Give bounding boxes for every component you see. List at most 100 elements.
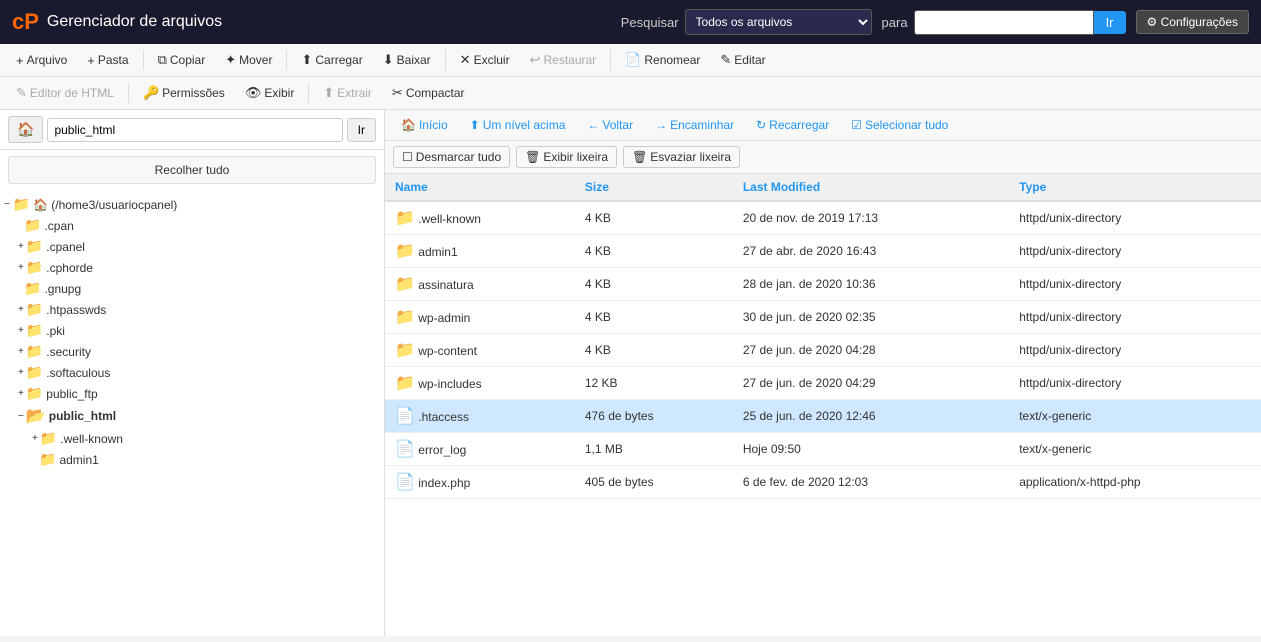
folder-admin1-icon: 📁 xyxy=(39,451,56,468)
file-size-cell: 4 KB xyxy=(575,301,733,334)
file-name: admin1 xyxy=(418,245,457,259)
tree-item-cpan[interactable]: 📁 .cpan xyxy=(0,215,384,236)
baixar-button[interactable]: ⬇ Baixar xyxy=(375,48,439,72)
extrair-button[interactable]: ⬆ Extrair xyxy=(315,81,380,105)
tree-item-htpasswds[interactable]: + 📁 .htpasswds xyxy=(0,299,384,320)
tree-item-public-html[interactable]: − 📂 public_html xyxy=(0,404,384,428)
col-size[interactable]: Size xyxy=(575,174,733,201)
file-modified-cell: 6 de fev. de 2020 12:03 xyxy=(733,466,1009,499)
file-type-cell: text/x-generic xyxy=(1009,400,1261,433)
content-nav1: 🏠 Início ⬆ Um nível acima ← Voltar → Enc… xyxy=(385,110,1261,141)
tree-item-well-known[interactable]: + 📁 .well-known xyxy=(0,428,384,449)
file-name-cell: 📄 .htaccess xyxy=(385,400,575,433)
sidebar-go-button[interactable]: Ir xyxy=(347,118,376,142)
table-row[interactable]: 📁 wp-includes 12 KB 27 de jun. de 2020 0… xyxy=(385,367,1261,400)
plus-wellknown-icon: + xyxy=(32,433,38,444)
copiar-button[interactable]: ⧉ Copiar xyxy=(150,48,214,72)
permissoes-button[interactable]: 🔑 Permissões xyxy=(135,81,233,105)
trash-view-icon: 🗑 xyxy=(525,150,540,164)
plus-icon: + xyxy=(16,53,24,68)
config-button[interactable]: ⚙ Configurações xyxy=(1136,10,1249,34)
sidebar-path-input[interactable] xyxy=(47,118,342,142)
plus-security-icon: + xyxy=(18,346,24,357)
arquivo-button[interactable]: + Arquivo xyxy=(8,49,75,72)
table-row[interactable]: 📁 assinatura 4 KB 28 de jan. de 2020 10:… xyxy=(385,268,1261,301)
table-row[interactable]: 📄 index.php 405 de bytes 6 de fev. de 20… xyxy=(385,466,1261,499)
tree-item-cphorde[interactable]: + 📁 .cphorde xyxy=(0,257,384,278)
up-icon: ⬆ xyxy=(470,118,480,132)
table-row[interactable]: 📁 .well-known 4 KB 20 de nov. de 2019 17… xyxy=(385,201,1261,235)
divider3 xyxy=(445,50,446,70)
recarregar-button[interactable]: ↻ Recarregar xyxy=(748,115,837,135)
col-type[interactable]: Type xyxy=(1009,174,1261,201)
tree-item-pki[interactable]: + 📁 .pki xyxy=(0,320,384,341)
restaurar-button[interactable]: ↩ Restaurar xyxy=(522,48,605,72)
table-row[interactable]: 📁 wp-admin 4 KB 30 de jun. de 2020 02:35… xyxy=(385,301,1261,334)
tree-item-cpanel[interactable]: + 📁 .cpanel xyxy=(0,236,384,257)
tree-item-gnupg[interactable]: 📁 .gnupg xyxy=(0,278,384,299)
edit-icon: ✎ xyxy=(720,52,731,68)
table-row[interactable]: 📁 wp-content 4 KB 27 de jun. de 2020 04:… xyxy=(385,334,1261,367)
file-table: Name Size Last Modified Type 📁 .well-kno… xyxy=(385,174,1261,499)
carregar-button[interactable]: ⬆ Carregar xyxy=(293,48,370,72)
folder-publichtml-icon: 📂 xyxy=(26,406,46,426)
tree-cphorde-label: .cphorde xyxy=(46,261,93,275)
search-scope-select[interactable]: Todos os arquivos Apenas nome do arquivo… xyxy=(685,9,872,35)
nivel-acima-button[interactable]: ⬆ Um nível acima xyxy=(462,115,574,135)
extract-icon: ⬆ xyxy=(323,85,334,101)
folder-icon: 📁 xyxy=(395,342,415,359)
mover-button[interactable]: ✦ Mover xyxy=(217,48,280,72)
file-modified-cell: 20 de nov. de 2019 17:13 xyxy=(733,201,1009,235)
renomear-button[interactable]: 📄 Renomear xyxy=(617,48,708,72)
plus-pki-icon: + xyxy=(18,325,24,336)
collapse-all-button[interactable]: Recolher tudo xyxy=(8,156,376,184)
file-size-cell: 4 KB xyxy=(575,235,733,268)
reload-icon: ↻ xyxy=(756,118,766,132)
pasta-button[interactable]: + Pasta xyxy=(79,49,136,72)
key-icon: 🔑 xyxy=(143,85,159,101)
file-modified-cell: 27 de jun. de 2020 04:28 xyxy=(733,334,1009,367)
col-name[interactable]: Name xyxy=(385,174,575,201)
upload-icon: ⬆ xyxy=(301,52,312,68)
tree-item-softaculous[interactable]: + 📁 .softaculous xyxy=(0,362,384,383)
folder-icon: 📁 xyxy=(395,375,415,392)
excluir-button[interactable]: ✕ Excluir xyxy=(452,48,518,72)
file-size-cell: 4 KB xyxy=(575,201,733,235)
folder-icon: 📁 xyxy=(24,217,41,234)
home-icon: 🏠 xyxy=(33,198,48,212)
tree-item-public-ftp[interactable]: + 📁 public_ftp xyxy=(0,383,384,404)
tree-cpan-label: .cpan xyxy=(44,219,73,233)
search-input[interactable] xyxy=(914,10,1094,35)
file-modified-cell: 25 de jun. de 2020 12:46 xyxy=(733,400,1009,433)
exibir-button[interactable]: 👁 Exibir xyxy=(237,81,303,105)
folder-wellknown-icon: 📁 xyxy=(40,430,57,447)
compactar-button[interactable]: ✂ Compactar xyxy=(384,81,473,105)
file-name: wp-includes xyxy=(418,377,481,391)
editor-html-button[interactable]: ✎ Editor de HTML xyxy=(8,81,122,105)
search-button[interactable]: Ir xyxy=(1094,11,1126,34)
move-icon: ✦ xyxy=(225,52,236,68)
editar-button[interactable]: ✎ Editar xyxy=(712,48,773,72)
tree-admin1-label: admin1 xyxy=(59,453,98,467)
voltar-button[interactable]: ← Voltar xyxy=(579,115,641,135)
divider2 xyxy=(286,50,287,70)
tree-item-admin1[interactable]: 📁 admin1 xyxy=(0,449,384,470)
col-modified[interactable]: Last Modified xyxy=(733,174,1009,201)
tree-item-root[interactable]: − 📁 🏠 (/home3/usuariocpanel) xyxy=(0,194,384,215)
table-row[interactable]: 📄 .htaccess 476 de bytes 25 de jun. de 2… xyxy=(385,400,1261,433)
desmarcar-tudo-button[interactable]: ☐ Desmarcar tudo xyxy=(393,146,510,168)
sidebar-home-button[interactable]: 🏠 xyxy=(8,116,43,143)
trash-empty-icon: 🗑 xyxy=(632,150,647,164)
selecionar-tudo-button[interactable]: ☑ Selecionar tudo xyxy=(843,115,956,135)
minus-publichtml-icon: − xyxy=(18,411,24,422)
table-row[interactable]: 📄 error_log 1,1 MB Hoje 09:50 text/x-gen… xyxy=(385,433,1261,466)
divider5 xyxy=(128,83,129,103)
inicio-button[interactable]: 🏠 Início xyxy=(393,115,456,135)
exibir-lixeira-button[interactable]: 🗑 Exibir lixeira xyxy=(516,146,617,168)
tree-item-security[interactable]: + 📁 .security xyxy=(0,341,384,362)
file-name-cell: 📁 wp-content xyxy=(385,334,575,367)
table-row[interactable]: 📁 admin1 4 KB 27 de abr. de 2020 16:43 h… xyxy=(385,235,1261,268)
file-name-cell: 📁 wp-admin xyxy=(385,301,575,334)
encaminhar-button[interactable]: → Encaminhar xyxy=(647,115,742,135)
esvaziar-lixeira-button[interactable]: 🗑 Esvaziar lixeira xyxy=(623,146,740,168)
